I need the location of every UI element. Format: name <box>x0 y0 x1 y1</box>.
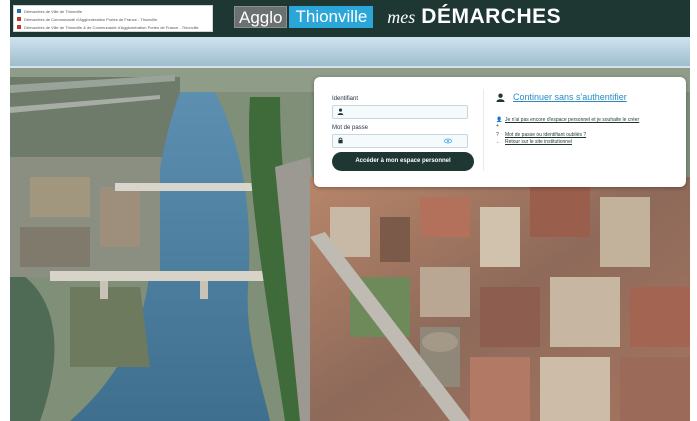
forgot-credentials-link[interactable]: Mot de passe ou identifiant oubliés ? <box>505 132 586 138</box>
square-icon <box>17 9 21 13</box>
user-icon <box>337 108 344 115</box>
login-submit-button[interactable]: Accéder à mon espace personnel <box>332 152 474 171</box>
password-label: Mot de passe <box>332 125 369 131</box>
lock-icon <box>338 137 343 144</box>
site-selector[interactable]: Démarches de Ville de Thionville Démarch… <box>13 5 213 32</box>
add-user-icon: 👤+ <box>496 117 503 129</box>
site-option[interactable]: Démarches de Ville de Thionville & de Co… <box>17 23 209 31</box>
brand-agglo: Agglo <box>234 6 288 28</box>
site-option[interactable]: Démarches de Communauté d'Agglomération … <box>17 15 209 23</box>
service-title-mes: mes <box>387 7 416 27</box>
arrow-left-icon: ← <box>496 139 501 145</box>
back-to-site-link[interactable]: Retour sur le site institutionnel <box>505 139 572 145</box>
guest-continue[interactable]: Continuer sans s'authentifier <box>496 92 627 102</box>
forgot-credentials[interactable]: ? Mot de passe ou identifiant oubliés ? <box>496 132 586 138</box>
eye-icon[interactable] <box>444 138 452 144</box>
create-account-link[interactable]: Je n'ai pas encore d'espace personnel et… <box>505 117 639 123</box>
brand-logo[interactable]: Agglo Thionville mes DÉMARCHES <box>234 6 561 28</box>
identifiant-input[interactable] <box>332 105 468 119</box>
square-icon <box>17 25 21 29</box>
square-icon <box>17 17 21 21</box>
guest-continue-link[interactable]: Continuer sans s'authentifier <box>513 92 627 102</box>
service-title: mes DÉMARCHES <box>387 6 561 28</box>
create-account[interactable]: 👤+ Je n'ai pas encore d'espace personnel… <box>496 117 674 129</box>
brand-city: Thionville <box>289 6 374 28</box>
top-header: Démarches de Ville de Thionville Démarch… <box>10 0 690 37</box>
login-card: Identifiant Mot de passe Accéder à mon e… <box>314 77 686 187</box>
question-icon: ? <box>496 132 499 138</box>
divider <box>483 89 484 171</box>
identifiant-label: Identifiant <box>332 96 359 102</box>
site-option[interactable]: Démarches de Ville de Thionville <box>17 7 209 15</box>
service-title-demarches: DÉMARCHES <box>421 5 562 28</box>
person-icon <box>496 93 505 102</box>
back-to-site[interactable]: ← Retour sur le site institutionnel <box>496 139 572 145</box>
